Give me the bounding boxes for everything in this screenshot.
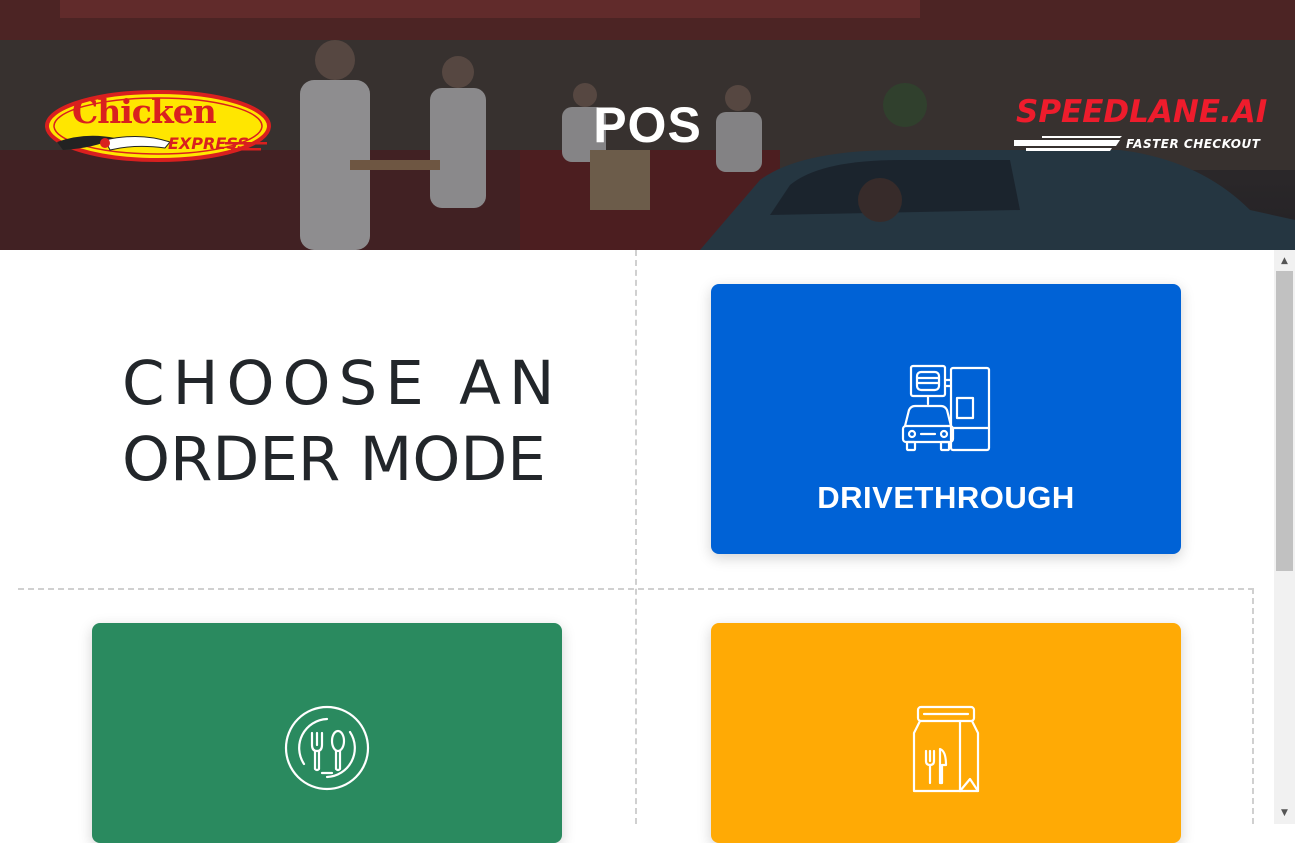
divider-vertical bbox=[635, 250, 637, 824]
heading-line-1: CHOOSE AN bbox=[122, 348, 563, 419]
dine-in-plate-icon bbox=[284, 705, 370, 791]
drivethrough-button[interactable]: DRIVETHROUGH bbox=[711, 284, 1181, 554]
heading-line-2: ORDER MODE bbox=[122, 424, 546, 495]
logo-text-tagline: FASTER CHECKOUT bbox=[1126, 137, 1261, 151]
takeout-bag-icon bbox=[912, 705, 980, 793]
header-banner: Chicken EXPRESS POS SPEEDLANE.AI FASTER … bbox=[0, 0, 1295, 250]
order-mode-heading: CHOOSE AN ORDER MODE bbox=[122, 346, 563, 498]
drive-through-icon bbox=[901, 364, 991, 452]
vertical-scrollbar[interactable]: ▲ ▼ bbox=[1274, 250, 1295, 824]
scroll-down-arrow-icon[interactable]: ▼ bbox=[1274, 804, 1295, 822]
logo-text-speedlane: SPEEDLANE.AI bbox=[1016, 94, 1268, 130]
order-mode-panel: CHOOSE AN ORDER MODE DRIVETHROUGH bbox=[0, 250, 1274, 843]
drivethrough-label: DRIVETHROUGH bbox=[817, 480, 1075, 515]
divider-horizontal bbox=[18, 588, 1254, 590]
dine-in-button[interactable] bbox=[92, 623, 562, 843]
takeout-button[interactable] bbox=[711, 623, 1181, 843]
scrollbar-thumb[interactable] bbox=[1276, 271, 1293, 571]
scroll-up-arrow-icon[interactable]: ▲ bbox=[1274, 252, 1295, 270]
divider-vertical-right bbox=[1252, 588, 1254, 824]
